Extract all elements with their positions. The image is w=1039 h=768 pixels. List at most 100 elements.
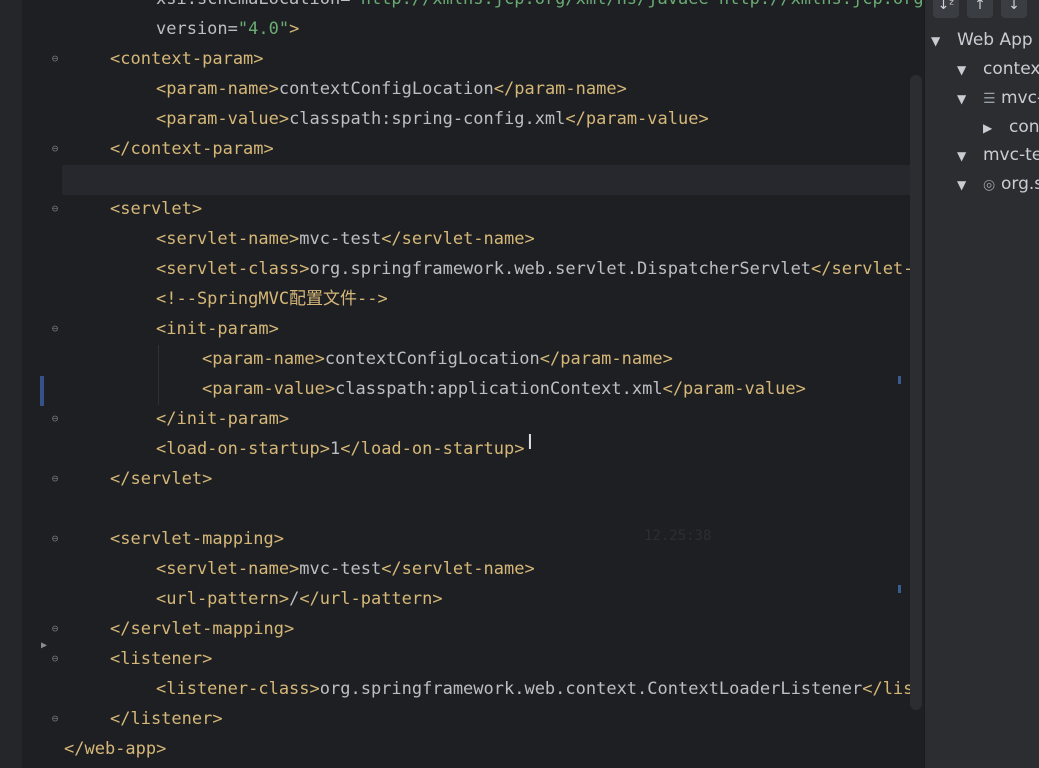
- code-token: <servlet-mapping>: [110, 529, 284, 549]
- code-token: <param-name>: [156, 79, 279, 99]
- code-line[interactable]: </init-param>: [156, 404, 289, 434]
- expand-arrow-icon[interactable]: ▼: [957, 56, 971, 84]
- code-token: <!--SpringMVC配置文件-->: [156, 289, 388, 309]
- code-line[interactable]: <param-name>contextConfigLocation</param…: [202, 344, 673, 374]
- code-token: <url-pattern>: [156, 589, 290, 609]
- code-line[interactable]: <param-name>contextConfigLocation</param…: [156, 74, 627, 104]
- code-token: 1: [330, 439, 341, 459]
- code-token: </servlet-name>: [381, 559, 535, 579]
- code-token: </context-param>: [110, 139, 274, 159]
- code-token: classpath:applicationContext.xml: [335, 379, 663, 399]
- structure-node-label: org.springframework.web.context.ContextL…: [1001, 174, 1039, 194]
- code-line[interactable]: <context-param>: [110, 44, 264, 74]
- scroll-marker: [898, 585, 901, 593]
- fold-toggle-icon[interactable]: ⊖: [49, 143, 61, 155]
- structure-node-label: context-param: [983, 59, 1039, 79]
- structure-node[interactable]: ▶ contextConfigLocation: [983, 113, 1039, 141]
- structure-node[interactable]: ▼ context-param: [957, 55, 1039, 83]
- code-line[interactable]: </web-app>: [64, 734, 166, 764]
- code-token: mvc-test: [299, 229, 382, 249]
- structure-node[interactable]: ▼ Web App: [931, 26, 1033, 54]
- expand-arrow-icon[interactable]: ▼: [931, 27, 945, 55]
- code-line[interactable]: <init-param>: [156, 314, 279, 344]
- fold-toggle-icon[interactable]: ⊖: [49, 623, 61, 635]
- code-token: "http://xmlns.jcp.org/xml/ns/javaee http…: [350, 0, 922, 9]
- fold-toggle-icon[interactable]: ⊖: [49, 653, 61, 665]
- code-line[interactable]: <param-value>classpath:spring-config.xml…: [156, 104, 709, 134]
- structure-node-label: mvc-test: [983, 145, 1039, 165]
- expand-arrow-icon[interactable]: ▼: [957, 85, 971, 113]
- structure-node-label: contextConfigLocation: [1009, 117, 1039, 137]
- code-token: </servlet>: [110, 469, 213, 489]
- code-token: </web-app>: [64, 739, 167, 759]
- fold-toggle-icon[interactable]: ⊖: [49, 323, 61, 335]
- code-line[interactable]: xsi:schemaLocation="http://xmlns.jcp.org…: [156, 0, 922, 14]
- code-line[interactable]: <servlet-mapping>: [110, 524, 284, 554]
- code-token: </param-value>: [565, 109, 709, 129]
- code-editor[interactable]: xsi:schemaLocation="http://xmlns.jcp.org…: [62, 0, 922, 768]
- fold-toggle-icon[interactable]: ⊖: [49, 53, 61, 65]
- scroll-up-icon[interactable]: ↑: [967, 0, 993, 18]
- code-token: org.springframework.web.context.ContextL…: [319, 679, 863, 699]
- sort-alpha-icon[interactable]: ↓ᶻ: [933, 0, 959, 18]
- servlet-icon: ☰: [983, 91, 996, 107]
- current-line-highlight: [62, 165, 922, 195]
- code-token: <servlet-class>: [156, 259, 310, 279]
- code-token: </param-value>: [662, 379, 806, 399]
- editor-gutter: ⊖ ⊖ ⊖ ⊖ ⊖ ⊖ ⊖ ⊖ ⊖ ⊖ ▶: [0, 0, 62, 768]
- code-line[interactable]: <servlet-name>mvc-test</servlet-name>: [156, 224, 535, 254]
- gutter-strip: [0, 0, 22, 768]
- structure-panel: ↓ᶻ ↑ ↓ ▼ Web App ▼ context-param ▼ ☰ mvc-test ▶ co…: [924, 0, 1039, 768]
- code-token: </url-pattern>: [299, 589, 443, 609]
- change-marker: [40, 376, 44, 406]
- code-token: </servlet-mapping>: [110, 619, 295, 639]
- code-token: contextConfigLocation: [278, 79, 494, 99]
- code-line[interactable]: <url-pattern>/</url-pattern>: [156, 584, 443, 614]
- scroll-down-icon[interactable]: ↓: [1001, 0, 1027, 18]
- code-line[interactable]: <servlet-name>mvc-test</servlet-name>: [156, 554, 535, 584]
- code-token: </init-param>: [156, 409, 290, 429]
- structure-node[interactable]: ▼ mvc-test: [957, 141, 1039, 169]
- collapse-arrow-icon[interactable]: ▶: [983, 114, 997, 142]
- structure-node[interactable]: ▼ ☰ mvc-test: [957, 84, 1039, 112]
- code-token: <load-on-startup>: [156, 439, 330, 459]
- code-token: <servlet>: [110, 199, 203, 219]
- code-line[interactable]: <param-value>classpath:applicationContex…: [202, 374, 806, 404]
- code-line[interactable]: </listener>: [110, 704, 223, 734]
- code-line[interactable]: <load-on-startup>1</load-on-startup>: [156, 434, 524, 464]
- code-line[interactable]: <listener-class>org.springframework.web.…: [156, 674, 922, 704]
- code-line[interactable]: <listener>: [110, 644, 212, 674]
- expand-arrow-icon[interactable]: ▼: [957, 171, 971, 199]
- code-token: mvc-test: [299, 559, 382, 579]
- code-token: classpath:spring-config.xml: [289, 109, 566, 129]
- indent-guide: [158, 345, 159, 405]
- fold-toggle-icon[interactable]: ⊖: [49, 533, 61, 545]
- code-token: <servlet-name>: [156, 559, 300, 579]
- code-token: </servlet-name>: [381, 229, 535, 249]
- ghost-text: 12.25:38: [644, 528, 712, 544]
- fold-toggle-icon[interactable]: ⊖: [49, 203, 61, 215]
- expand-arrow-icon[interactable]: ▼: [957, 142, 971, 170]
- code-line[interactable]: <servlet-class>org.springframework.web.s…: [156, 254, 922, 284]
- code-token: org.springframework.web.servlet.Dispatch…: [309, 259, 812, 279]
- fold-toggle-icon[interactable]: ⊖: [49, 473, 61, 485]
- structure-node-label: Web App: [957, 30, 1033, 50]
- structure-node[interactable]: ▼ ◎ org.springframework.web.context.Contex…: [957, 170, 1039, 198]
- code-line[interactable]: version="4.0">: [156, 14, 299, 44]
- code-token: </param-name>: [493, 79, 627, 99]
- code-token: <param-name>: [202, 349, 325, 369]
- code-line[interactable]: </context-param>: [110, 134, 274, 164]
- code-token: version=: [156, 19, 238, 39]
- code-line[interactable]: <servlet>: [110, 194, 202, 224]
- vertical-scrollbar[interactable]: [910, 75, 922, 710]
- listener-icon: ◎: [983, 177, 996, 193]
- code-token: <param-value>: [156, 109, 290, 129]
- code-line[interactable]: </servlet-mapping>: [110, 614, 294, 644]
- code-token: </listener>: [110, 709, 223, 729]
- code-line[interactable]: </servlet>: [110, 464, 212, 494]
- fold-toggle-icon[interactable]: ⊖: [49, 713, 61, 725]
- code-token: contextConfigLocation: [324, 349, 540, 369]
- fold-toggle-icon[interactable]: ⊖: [49, 413, 61, 425]
- breakpoint-arrow-icon: ▶: [41, 640, 48, 651]
- code-line[interactable]: <!--SpringMVC配置文件-->: [156, 284, 388, 314]
